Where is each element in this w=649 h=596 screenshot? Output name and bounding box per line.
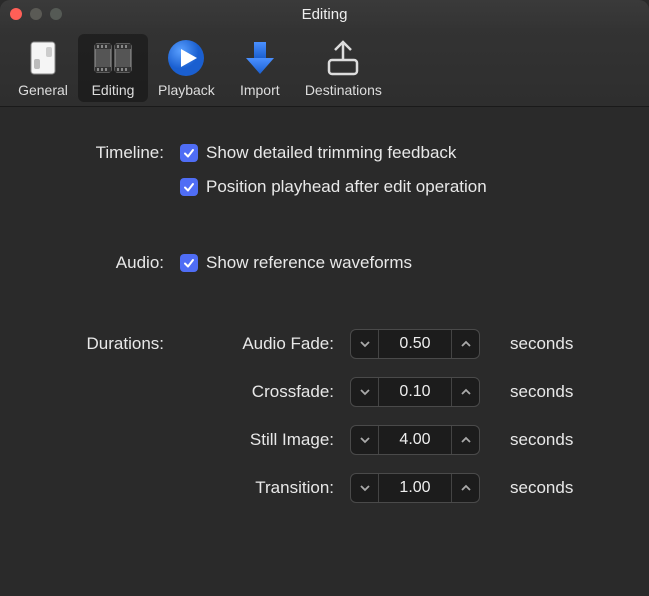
- toolbar-tab-import[interactable]: Import: [225, 34, 295, 102]
- still-image-label: Still Image:: [180, 430, 350, 450]
- toolbar-tab-general[interactable]: General: [8, 34, 78, 102]
- crossfade-value[interactable]: 0.10: [379, 383, 451, 401]
- chevron-up-icon[interactable]: [451, 474, 479, 502]
- editing-icon: [91, 36, 135, 80]
- audio-fade-value[interactable]: 0.50: [379, 335, 451, 353]
- titlebar: Editing: [0, 0, 649, 28]
- toolbar-tab-playback[interactable]: Playback: [148, 34, 225, 102]
- audio-fade-stepper[interactable]: 0.50: [350, 329, 480, 359]
- transition-label: Transition:: [180, 478, 350, 498]
- chevron-down-icon[interactable]: [351, 378, 379, 406]
- audio-label: Audio:: [30, 253, 180, 287]
- minimize-window-button[interactable]: [30, 8, 42, 20]
- toolbar-tab-editing[interactable]: Editing: [78, 34, 148, 102]
- audio-fade-label: Audio Fade:: [180, 334, 350, 354]
- toolbar-label: Destinations: [305, 82, 382, 98]
- reference-waveforms-label: Show reference waveforms: [206, 253, 412, 273]
- chevron-up-icon[interactable]: [451, 330, 479, 358]
- preferences-toolbar: General Editing: [0, 28, 649, 107]
- transition-value[interactable]: 1.00: [379, 479, 451, 497]
- chevron-up-icon[interactable]: [451, 426, 479, 454]
- toolbar-tab-destinations[interactable]: Destinations: [295, 34, 392, 102]
- unit-label: seconds: [490, 334, 619, 354]
- chevron-down-icon[interactable]: [351, 330, 379, 358]
- playback-icon: [164, 36, 208, 80]
- destinations-icon: [321, 36, 365, 80]
- unit-label: seconds: [490, 382, 619, 402]
- transition-stepper[interactable]: 1.00: [350, 473, 480, 503]
- reference-waveforms-row: Show reference waveforms: [180, 253, 619, 273]
- chevron-down-icon[interactable]: [351, 426, 379, 454]
- preferences-content: Timeline: Show detailed trimming feedbac…: [0, 107, 649, 523]
- import-icon: [238, 36, 282, 80]
- toolbar-label: Playback: [158, 82, 215, 98]
- detailed-trimming-checkbox[interactable]: [180, 144, 198, 162]
- audio-section: Audio: Show reference waveforms: [30, 253, 619, 287]
- chevron-up-icon[interactable]: [451, 378, 479, 406]
- toolbar-label: Import: [240, 82, 280, 98]
- reference-waveforms-checkbox[interactable]: [180, 254, 198, 272]
- durations-label: Durations:: [30, 334, 180, 354]
- detailed-trimming-label: Show detailed trimming feedback: [206, 143, 456, 163]
- still-image-value[interactable]: 4.00: [379, 431, 451, 449]
- window-title: Editing: [0, 6, 649, 23]
- detailed-trimming-row: Show detailed trimming feedback: [180, 143, 619, 163]
- general-icon: [21, 36, 65, 80]
- crossfade-stepper[interactable]: 0.10: [350, 377, 480, 407]
- position-playhead-checkbox[interactable]: [180, 178, 198, 196]
- unit-label: seconds: [490, 430, 619, 450]
- crossfade-label: Crossfade:: [180, 382, 350, 402]
- window-controls: [0, 8, 62, 20]
- still-image-stepper[interactable]: 4.00: [350, 425, 480, 455]
- toolbar-label: Editing: [92, 82, 135, 98]
- chevron-down-icon[interactable]: [351, 474, 379, 502]
- zoom-window-button[interactable]: [50, 8, 62, 20]
- timeline-label: Timeline:: [30, 143, 180, 211]
- durations-section: Durations: Audio Fade: 0.50 seconds Cros…: [30, 329, 619, 503]
- position-playhead-label: Position playhead after edit operation: [206, 177, 487, 197]
- position-playhead-row: Position playhead after edit operation: [180, 177, 619, 197]
- toolbar-label: General: [18, 82, 68, 98]
- timeline-section: Timeline: Show detailed trimming feedbac…: [30, 143, 619, 211]
- unit-label: seconds: [490, 478, 619, 498]
- close-window-button[interactable]: [10, 8, 22, 20]
